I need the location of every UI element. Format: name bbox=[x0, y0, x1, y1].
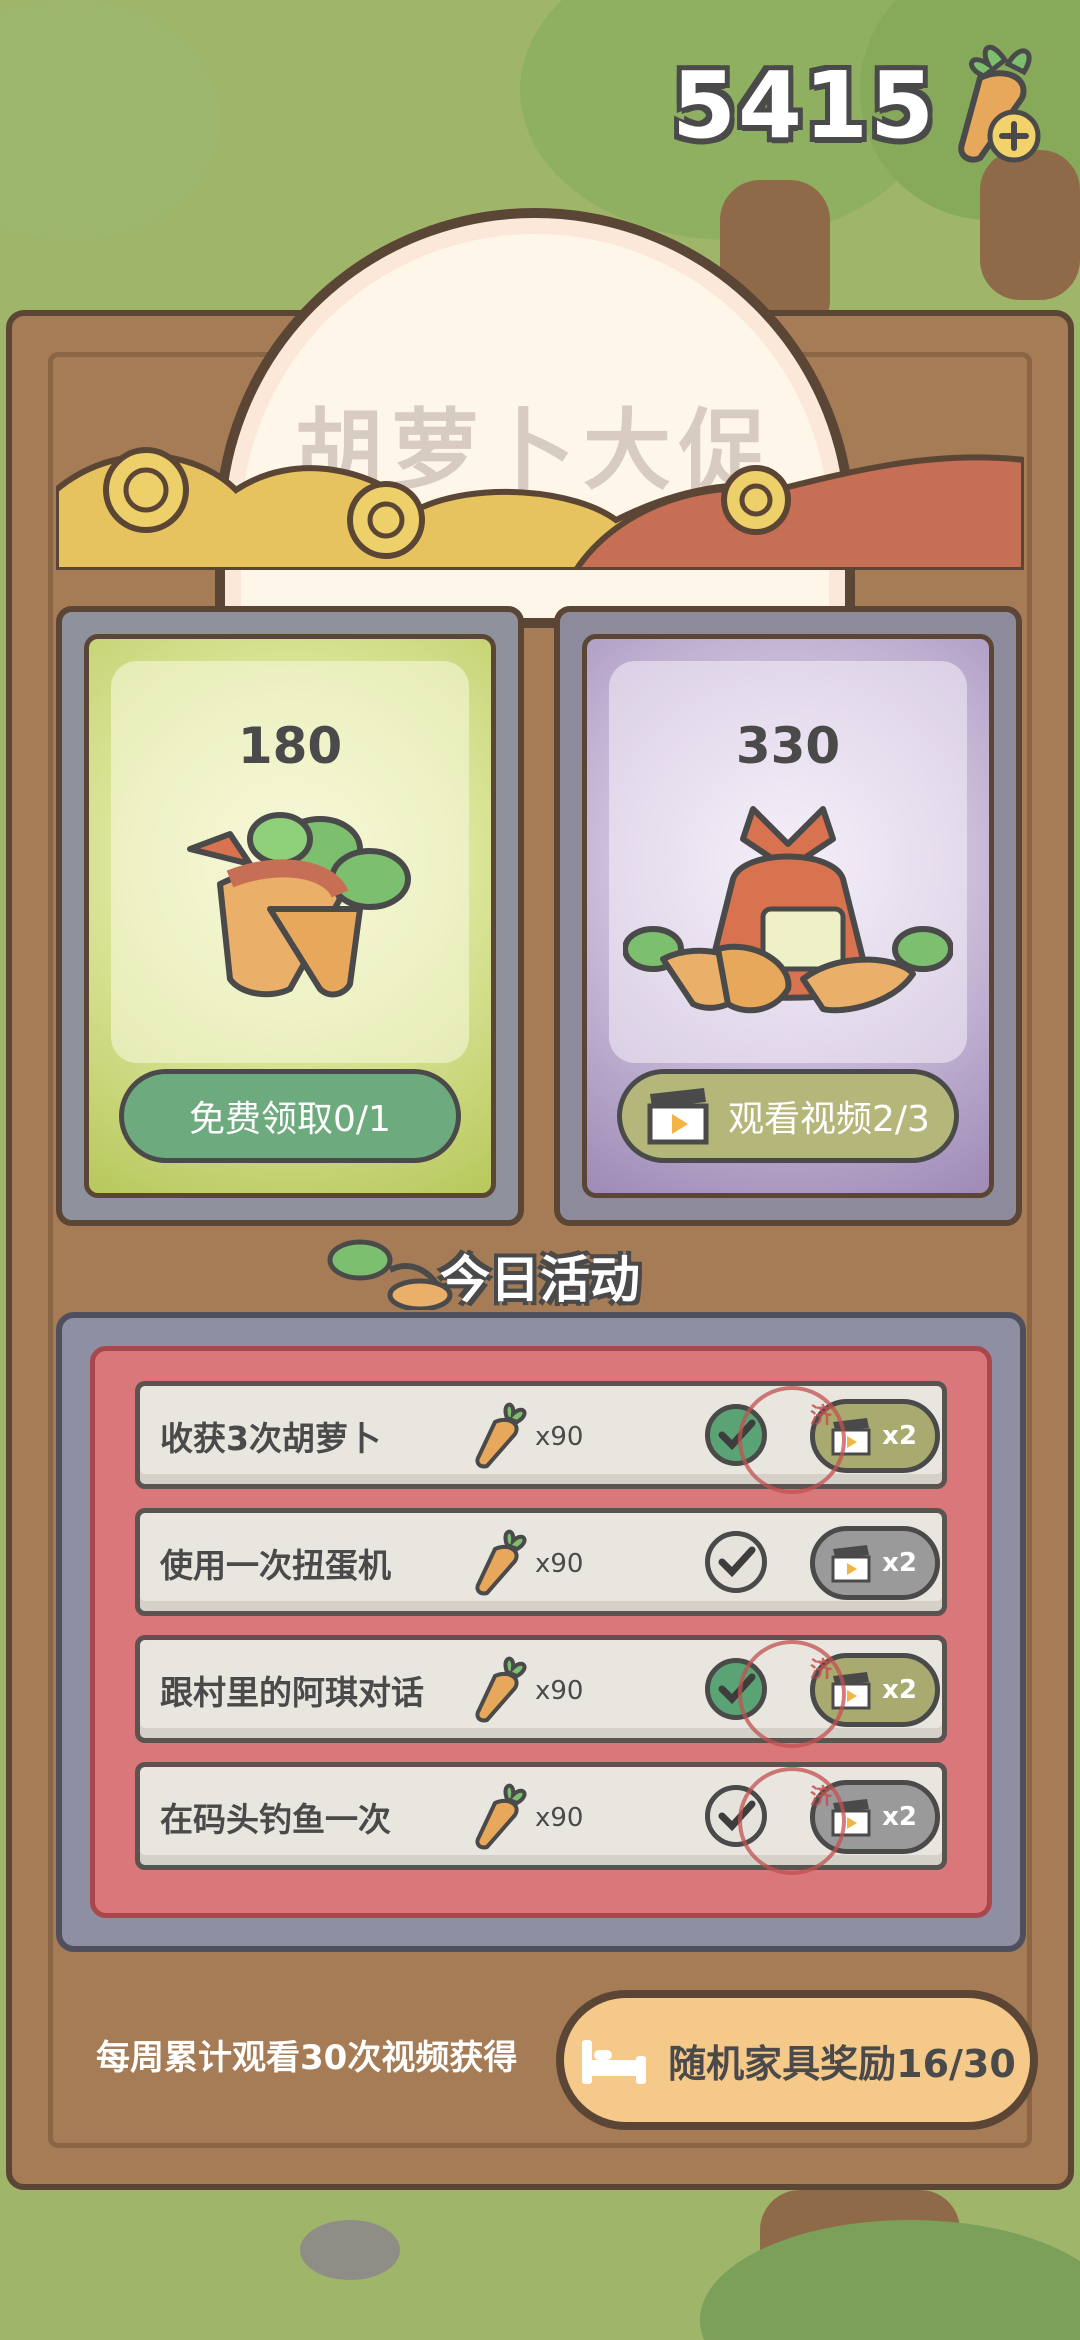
claimed-stamp-icon: 济 bbox=[738, 1640, 846, 1748]
reward-quantity: x90 bbox=[535, 1422, 584, 1452]
banner-cloud-decoration bbox=[56, 447, 1024, 570]
carrot-count: 5415 bbox=[671, 51, 936, 159]
free-carrot-amount: 180 bbox=[237, 717, 343, 775]
reward-quantity: x90 bbox=[535, 1803, 584, 1833]
claimed-stamp-icon: 济 bbox=[738, 1386, 846, 1494]
task-label: 在码头钓鱼一次 bbox=[160, 1800, 391, 1839]
task-row-talk: 跟村里的阿琪对话 x90 x2 济 bbox=[135, 1635, 947, 1748]
task-label: 跟村里的阿琪对话 bbox=[160, 1673, 424, 1712]
activity-list: 收获3次胡萝卜 x90 x2 济 使用一次扭蛋机 x90 x2 跟村里的阿琪对话… bbox=[90, 1346, 992, 1918]
double-reward-button[interactable]: x2 bbox=[810, 1526, 940, 1600]
daily-activity-panel: 收获3次胡萝卜 x90 x2 济 使用一次扭蛋机 x90 x2 跟村里的阿琪对话… bbox=[56, 1312, 1026, 1952]
furniture-reward-label: 随机家具奖励16/30 bbox=[668, 2041, 1016, 2086]
video-carrot-card: 330 观看视频2/3 bbox=[554, 606, 1022, 1226]
task-label: 收获3次胡萝卜 bbox=[160, 1419, 381, 1458]
watch-video-label: 观看视频2/3 bbox=[728, 1099, 930, 1140]
carrot-currency[interactable]: 5415 bbox=[672, 40, 1050, 170]
multiplier-label: x2 bbox=[882, 1548, 917, 1578]
reward-quantity: x90 bbox=[535, 1549, 584, 1579]
video-carrot-amount: 330 bbox=[735, 717, 841, 775]
carrot-icon bbox=[475, 1529, 527, 1596]
task-row-gacha: 使用一次扭蛋机 x90 x2 bbox=[135, 1508, 947, 1616]
reward-quantity: x90 bbox=[535, 1676, 584, 1706]
carrot-icon bbox=[475, 1402, 527, 1469]
free-claim-button[interactable]: 免费领取0/1 bbox=[119, 1069, 461, 1163]
furniture-reward-button[interactable]: 随机家具奖励16/30 bbox=[556, 1990, 1038, 2130]
video-carrot-card-face: 330 观看视频2/3 bbox=[582, 634, 994, 1198]
free-carrot-card: 180 免费领取0/1 bbox=[56, 606, 524, 1226]
weekly-video-text: 每周累计观看30次视频获得 bbox=[96, 2038, 518, 2078]
clapperboard-icon bbox=[831, 1545, 871, 1583]
free-carrot-card-face: 180 免费领取0/1 bbox=[84, 634, 496, 1198]
clapperboard-icon bbox=[647, 1088, 709, 1145]
task-row-harvest: 收获3次胡萝卜 x90 x2 济 bbox=[135, 1381, 947, 1494]
bed-icon bbox=[582, 2040, 647, 2084]
activity-title: 今日活动 bbox=[440, 1251, 640, 1309]
multiplier-label: x2 bbox=[882, 1675, 917, 1705]
multiplier-label: x2 bbox=[882, 1421, 917, 1451]
carrot-icon bbox=[475, 1783, 527, 1850]
watch-video-button[interactable]: 观看视频2/3 bbox=[617, 1069, 959, 1163]
carrot-plus-icon[interactable] bbox=[950, 38, 1050, 172]
carrot-sack-icon bbox=[623, 806, 953, 1014]
task-row-fishing: 在码头钓鱼一次 x90 x2 济 bbox=[135, 1762, 947, 1875]
multiplier-label: x2 bbox=[882, 1802, 917, 1832]
claimed-stamp-icon: 济 bbox=[738, 1767, 846, 1875]
carrot-bundle-icon bbox=[187, 812, 411, 998]
task-label: 使用一次扭蛋机 bbox=[160, 1546, 391, 1585]
carrot-icon bbox=[475, 1656, 527, 1723]
pending-check-icon bbox=[705, 1531, 767, 1593]
